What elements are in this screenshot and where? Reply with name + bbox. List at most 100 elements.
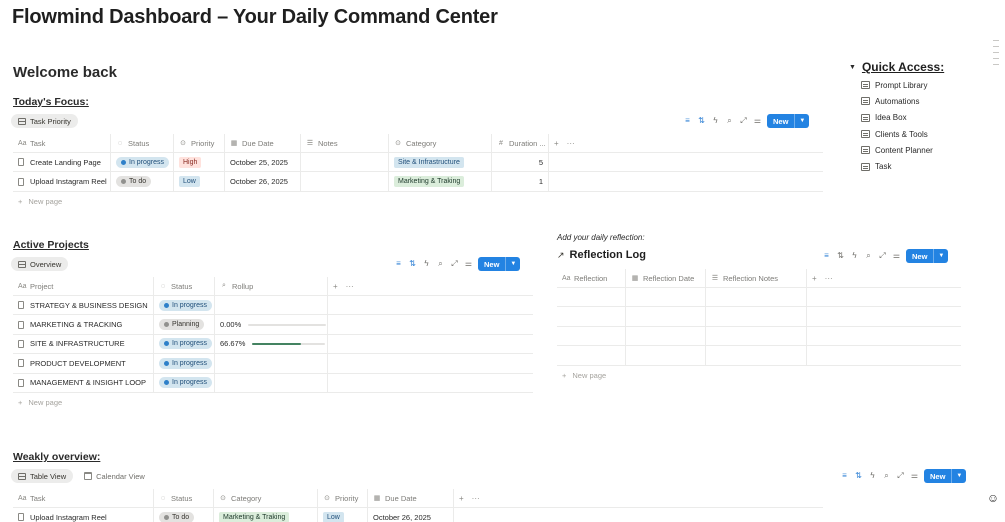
due-date-cell[interactable]: October 26, 2025 bbox=[225, 172, 301, 191]
rollup-cell[interactable]: 0.00% bbox=[215, 315, 328, 334]
search-icon[interactable]: ⌕ bbox=[436, 260, 445, 268]
due-date-cell[interactable]: October 25, 2025 bbox=[225, 153, 301, 172]
status-badge[interactable]: In progress bbox=[159, 377, 213, 389]
expand-icon[interactable]: ⤢ bbox=[450, 260, 459, 268]
table-row[interactable]: MARKETING & TRACKING Planning 0.00% bbox=[13, 315, 533, 335]
quick-link-clients-tools[interactable]: Clients & Tools bbox=[861, 126, 944, 142]
new-button[interactable]: New ▼ bbox=[906, 249, 949, 263]
priority-tag[interactable]: High bbox=[179, 156, 202, 168]
more-icon[interactable]: ··· bbox=[346, 282, 354, 291]
search-icon[interactable]: ⌕ bbox=[882, 472, 891, 480]
status-badge[interactable]: To do bbox=[159, 511, 195, 522]
new-button[interactable]: New ▼ bbox=[767, 114, 810, 128]
col-rollup[interactable]: ⌕ Rollup bbox=[215, 277, 328, 295]
settings-icon[interactable]: ⚌ bbox=[464, 260, 473, 268]
search-icon[interactable]: ⌕ bbox=[725, 117, 734, 125]
lightning-icon[interactable]: ϟ bbox=[422, 260, 431, 268]
chevron-down-icon[interactable]: ▼ bbox=[951, 469, 966, 483]
expand-icon[interactable]: ⤢ bbox=[878, 252, 887, 260]
sort-icon[interactable]: ⇅ bbox=[408, 260, 417, 268]
col-status[interactable]: ◌ Status bbox=[111, 134, 174, 152]
chevron-down-icon[interactable]: ▼ bbox=[505, 257, 520, 271]
outline-marks[interactable] bbox=[993, 40, 1001, 65]
col-category[interactable]: ⊙ Category bbox=[214, 489, 318, 507]
col-notes[interactable]: ☰ Notes bbox=[301, 134, 389, 152]
category-tag[interactable]: Site & Infrastructure bbox=[394, 156, 464, 168]
col-category[interactable]: ⊙ Category bbox=[389, 134, 492, 152]
add-property-icon[interactable]: + bbox=[459, 494, 464, 503]
rollup-cell[interactable] bbox=[215, 354, 328, 373]
tab-calendar-view[interactable]: Calendar View bbox=[77, 469, 152, 483]
empty-row[interactable] bbox=[557, 288, 961, 308]
quick-link-automations[interactable]: Automations bbox=[861, 93, 944, 109]
sort-icon[interactable]: ⇅ bbox=[854, 472, 863, 480]
table-row[interactable]: Upload Instagram Reel To do Low October … bbox=[13, 172, 823, 192]
col-due-date[interactable]: ▦ Due Date bbox=[368, 489, 454, 507]
sort-icon[interactable]: ⇅ bbox=[697, 117, 706, 125]
more-icon[interactable]: ··· bbox=[567, 139, 575, 148]
assistant-icon[interactable]: ☺ bbox=[984, 486, 1002, 510]
due-date-cell[interactable]: October 26, 2025 bbox=[368, 508, 454, 522]
status-badge[interactable]: In progress bbox=[159, 338, 213, 350]
expand-icon[interactable]: ⤢ bbox=[739, 117, 748, 125]
col-project[interactable]: Aa Project bbox=[13, 277, 154, 295]
lightning-icon[interactable]: ϟ bbox=[711, 117, 720, 125]
quick-link-content-planner[interactable]: Content Planner bbox=[861, 142, 944, 158]
new-button[interactable]: New ▼ bbox=[924, 469, 967, 483]
col-task[interactable]: Aa Task bbox=[13, 134, 111, 152]
rollup-cell[interactable] bbox=[215, 373, 328, 392]
category-tag[interactable]: Marketing & Traking bbox=[219, 511, 290, 522]
search-icon[interactable]: ⌕ bbox=[864, 252, 873, 260]
table-row[interactable]: Upload Instagram Reel To do Marketing & … bbox=[13, 508, 823, 522]
col-status[interactable]: ◌ Status bbox=[154, 277, 215, 295]
more-icon[interactable]: ··· bbox=[825, 274, 833, 283]
tab-task-priority[interactable]: Task Priority bbox=[11, 114, 78, 128]
chevron-down-icon[interactable]: ▼ bbox=[933, 249, 948, 263]
reflection-title-link[interactable]: ↗ Reflection Log bbox=[557, 249, 646, 261]
table-row[interactable]: STRATEGY & BUSINESS DESIGN In progress bbox=[13, 296, 533, 316]
new-page-button[interactable]: + New page bbox=[13, 192, 823, 211]
new-page-button[interactable]: + New page bbox=[13, 393, 533, 412]
expand-icon[interactable]: ⤢ bbox=[896, 472, 905, 480]
status-badge[interactable]: In progress bbox=[159, 299, 213, 311]
new-button[interactable]: New ▼ bbox=[478, 257, 521, 271]
add-property-icon[interactable]: + bbox=[554, 139, 559, 148]
notes-cell[interactable] bbox=[301, 153, 389, 172]
filter-icon[interactable]: ≡ bbox=[683, 117, 692, 125]
quick-link-task[interactable]: Task bbox=[861, 158, 944, 174]
settings-icon[interactable]: ⚌ bbox=[892, 252, 901, 260]
quick-link-prompt-library[interactable]: Prompt Library bbox=[861, 77, 944, 93]
filter-icon[interactable]: ≡ bbox=[840, 472, 849, 480]
empty-row[interactable] bbox=[557, 326, 961, 347]
notes-cell[interactable] bbox=[301, 172, 389, 191]
more-icon[interactable]: ··· bbox=[472, 494, 480, 503]
filter-icon[interactable]: ≡ bbox=[822, 252, 831, 260]
col-due-date[interactable]: ▦ Due Date bbox=[225, 134, 301, 152]
duration-cell[interactable]: 1 bbox=[492, 172, 549, 191]
lightning-icon[interactable]: ϟ bbox=[868, 472, 877, 480]
table-row[interactable]: Create Landing Page In progress High Oct… bbox=[13, 153, 823, 173]
settings-icon[interactable]: ⚌ bbox=[910, 472, 919, 480]
col-task[interactable]: Aa Task bbox=[13, 489, 154, 507]
table-row[interactable]: PRODUCT DEVELOPMENT In progress bbox=[13, 354, 533, 374]
filter-icon[interactable]: ≡ bbox=[394, 260, 403, 268]
col-priority[interactable]: ⊙ Priority bbox=[318, 489, 368, 507]
toggle-triangle-icon[interactable]: ▼ bbox=[849, 64, 856, 71]
priority-tag[interactable]: Low bbox=[323, 511, 344, 522]
tab-table-view[interactable]: Table View bbox=[11, 469, 74, 483]
quick-link-idea-box[interactable]: Idea Box bbox=[861, 110, 944, 126]
priority-tag[interactable]: Low bbox=[179, 176, 200, 188]
col-duration[interactable]: # Duration ... bbox=[492, 134, 549, 152]
duration-cell[interactable]: 5 bbox=[492, 153, 549, 172]
rollup-cell[interactable] bbox=[215, 296, 328, 315]
col-reflection[interactable]: Aa Reflection bbox=[557, 269, 626, 287]
lightning-icon[interactable]: ϟ bbox=[850, 252, 859, 260]
status-badge[interactable]: Planning bbox=[159, 319, 205, 331]
table-row[interactable]: SITE & INFRASTRUCTURE In progress 66.67% bbox=[13, 334, 533, 355]
col-status[interactable]: ◌ Status bbox=[154, 489, 214, 507]
col-reflection-date[interactable]: ▦ Reflection Date bbox=[626, 269, 706, 287]
col-reflection-notes[interactable]: ☰ Reflection Notes bbox=[706, 269, 807, 287]
tab-overview[interactable]: Overview bbox=[11, 257, 69, 271]
settings-icon[interactable]: ⚌ bbox=[753, 117, 762, 125]
table-row[interactable]: MANAGEMENT & INSIGHT LOOP In progress bbox=[13, 373, 533, 393]
